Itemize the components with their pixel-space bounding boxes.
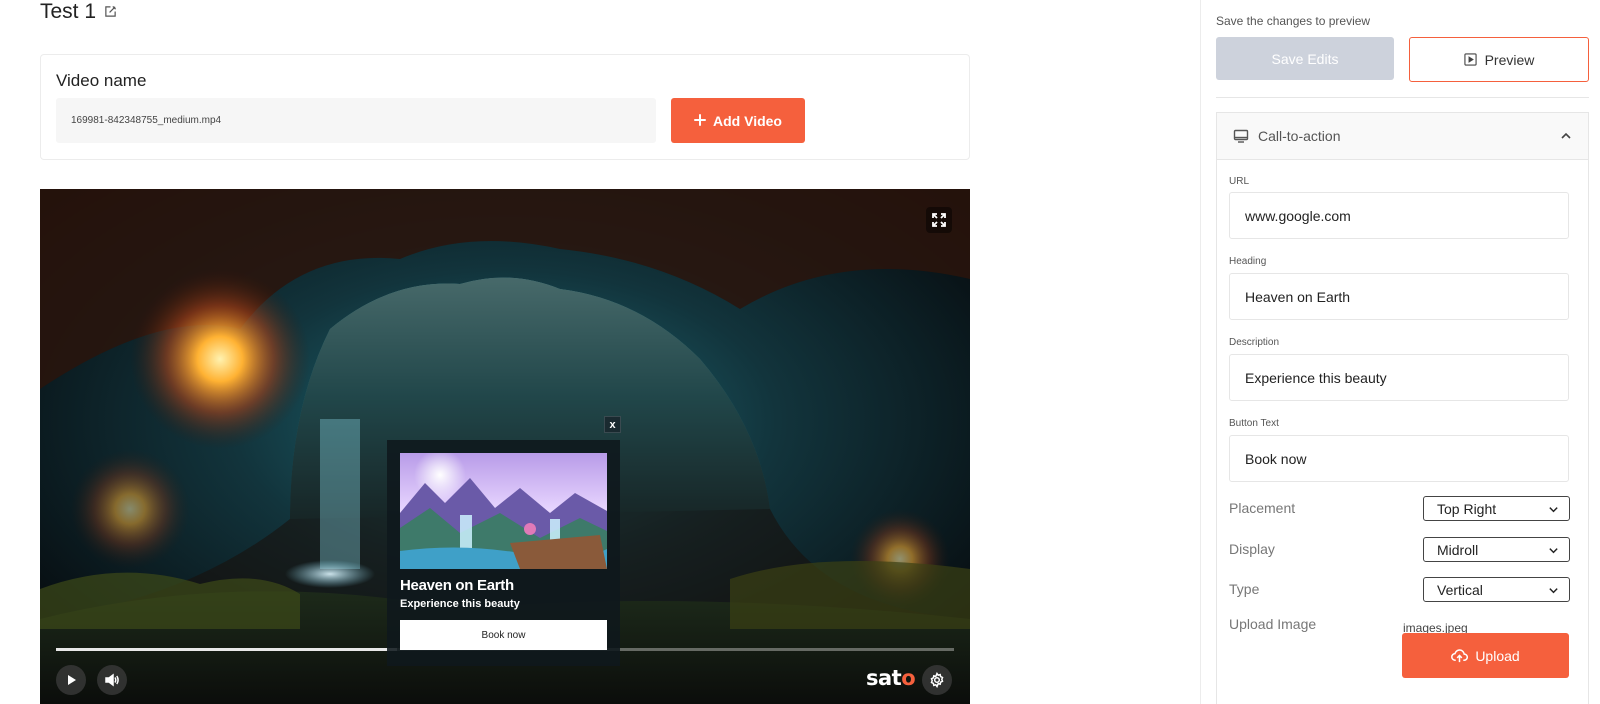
add-video-label: Add Video (713, 112, 782, 129)
cta-close-button[interactable]: x (604, 416, 621, 433)
cta-settings-section: Call-to-action URL Heading Description B… (1216, 112, 1589, 704)
page-title: Test 1 (40, 0, 97, 23)
upload-image-label: Upload Image (1229, 616, 1317, 632)
upload-label: Upload (1475, 647, 1520, 664)
play-button[interactable] (56, 665, 86, 695)
heading-input[interactable] (1229, 273, 1569, 320)
monitor-icon (1233, 129, 1249, 143)
cta-popup: Heaven on Earth Experience this beauty B… (387, 440, 620, 666)
right-panel: Save the changes to preview Save Edits P… (1200, 0, 1600, 704)
url-input[interactable] (1229, 192, 1569, 239)
url-label: URL (1229, 176, 1250, 187)
settings-button[interactable] (922, 665, 952, 695)
video-player[interactable]: sato x Heaven on Earth Experience this b… (40, 189, 970, 704)
volume-button[interactable] (97, 665, 127, 695)
type-select[interactable]: Vertical (1423, 577, 1570, 602)
placement-label: Placement (1229, 500, 1296, 516)
heading-label: Heading (1229, 256, 1267, 267)
video-name-card: Video name Add Video (40, 54, 970, 160)
gear-icon (930, 672, 944, 688)
button-text-input[interactable] (1229, 435, 1569, 482)
cta-image (400, 453, 607, 569)
add-video-button[interactable]: Add Video (671, 98, 805, 143)
placement-select[interactable]: Top Right (1423, 496, 1570, 521)
video-name-label: Video name (56, 71, 147, 90)
progress-fill (56, 648, 398, 651)
description-label: Description (1229, 337, 1280, 348)
video-file-input[interactable] (56, 98, 656, 143)
preview-label: Preview (1484, 51, 1535, 68)
brand-logo: sato (866, 666, 916, 690)
preview-button[interactable]: Preview (1409, 37, 1589, 82)
save-hint: Save the changes to preview (1216, 14, 1371, 28)
type-label: Type (1229, 581, 1260, 597)
play-square-icon (1463, 53, 1477, 66)
chevron-down-icon (1549, 588, 1558, 594)
cta-book-button[interactable]: Book now (400, 620, 607, 650)
description-input[interactable] (1229, 354, 1569, 401)
upload-button[interactable]: Upload (1402, 633, 1569, 678)
type-value: Vertical (1437, 581, 1483, 598)
brand-logo-accent: o (901, 666, 916, 690)
page-title-row: Test 1 (40, 0, 117, 24)
cta-heading: Heaven on Earth (400, 577, 514, 594)
panel-divider (1216, 97, 1589, 98)
brand-logo-text: sat (866, 666, 902, 690)
save-edits-button[interactable]: Save Edits (1216, 37, 1394, 80)
display-label: Display (1229, 541, 1275, 557)
plus-icon (694, 113, 707, 129)
display-value: Midroll (1437, 541, 1479, 558)
button-text-label: Button Text (1229, 418, 1279, 429)
cloud-upload-icon (1451, 649, 1469, 663)
chevron-up-icon[interactable] (1560, 130, 1572, 142)
chevron-down-icon (1549, 548, 1558, 554)
cta-description: Experience this beauty (400, 598, 520, 610)
volume-icon (105, 673, 119, 687)
chevron-down-icon (1549, 507, 1558, 513)
fullscreen-button[interactable] (926, 207, 952, 233)
fullscreen-icon (932, 213, 946, 227)
placement-value: Top Right (1437, 500, 1497, 517)
edit-icon[interactable] (104, 0, 117, 24)
display-select[interactable]: Midroll (1423, 537, 1570, 562)
play-icon (68, 675, 76, 685)
cta-section-title: Call-to-action (1258, 128, 1341, 144)
cta-section-header[interactable]: Call-to-action (1217, 113, 1588, 160)
